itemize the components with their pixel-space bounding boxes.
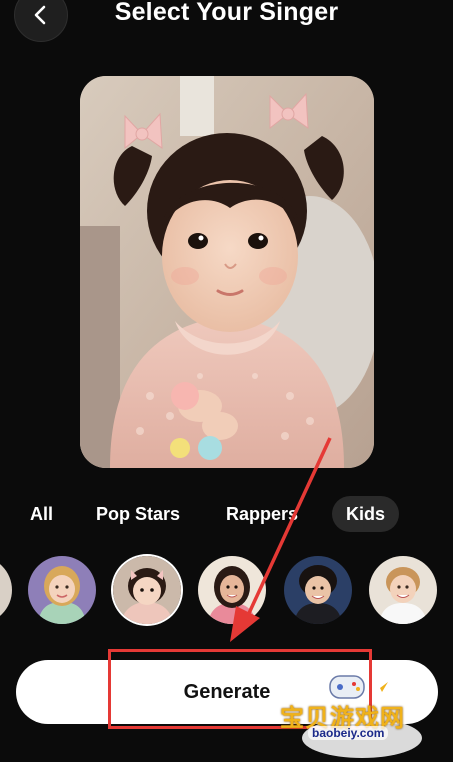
tab-rappers[interactable]: Rappers <box>226 496 298 532</box>
singer-avatar-list <box>0 556 453 626</box>
tab-kids[interactable]: Kids <box>332 496 400 532</box>
singer-preview-image <box>80 76 374 468</box>
page-title: Select Your Singer <box>114 0 339 26</box>
kid-avatar-boy-blonde[interactable] <box>369 556 437 624</box>
tab-pop-stars[interactable]: Pop Stars <box>96 496 180 532</box>
watermark-logo: 宝贝游戏网 baobeiy.com <box>272 670 452 760</box>
tab-all[interactable]: All <box>30 496 53 532</box>
kid-avatar-boy-curly[interactable] <box>284 556 352 624</box>
kid-avatar-girl-blonde[interactable] <box>28 556 96 624</box>
kid-avatar-girl-dark-hair[interactable] <box>198 556 266 624</box>
singer-select-screen: Select Your Singer All Pop Stars Rappers… <box>0 0 453 762</box>
category-tabs: All Pop Stars Rappers Kids <box>0 496 453 534</box>
kid-avatar-partial[interactable] <box>0 556 12 624</box>
watermark-url: baobeiy.com <box>308 726 389 740</box>
kid-avatar-toddler-pigtails[interactable] <box>113 556 181 624</box>
